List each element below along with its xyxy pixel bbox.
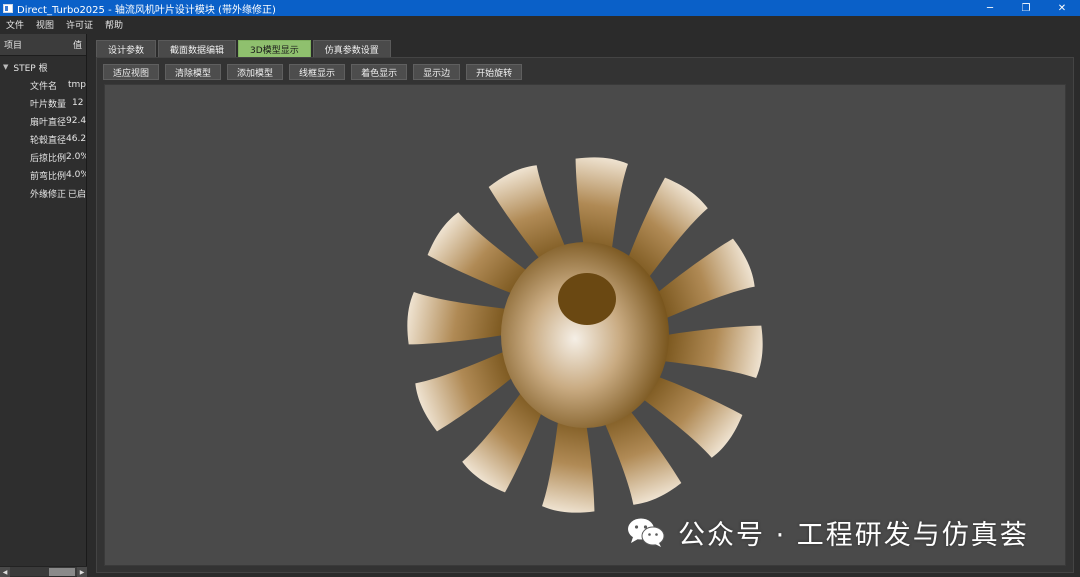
menu-help[interactable]: 帮助 <box>99 18 129 31</box>
project-tree-panel: 项目 值 ▼ STEP 根 文件名 tmp 叶片数量 12 扇叶直径 92.4 轮毂直… <box>0 34 87 577</box>
window-title: Direct_Turbo2025 - 轴流风机叶片设计模块 (带外缘修正) <box>17 4 276 16</box>
tree-row-value: 92.4 <box>66 116 86 126</box>
add-model-button[interactable]: 添加模型 <box>227 64 284 80</box>
tree-row-key: 叶片数量 <box>30 99 67 110</box>
wechat-icon <box>626 516 666 548</box>
show-edges-button[interactable]: 显示边 <box>413 64 461 80</box>
tree-row-value: 已启 <box>67 189 86 200</box>
tree-row-key: 文件名 <box>30 81 58 92</box>
tree-row-value: 2.0% <box>66 152 86 162</box>
tab-design-params[interactable]: 设计参数 <box>96 40 157 57</box>
main-area: 设计参数 截面数据编辑 3D模型显示 仿真参数设置 适应视图 清除模型 添加模型… <box>88 34 1080 576</box>
menu-bar: 文件 视图 许可证 帮助 <box>0 16 1080 33</box>
tree-root-node[interactable]: ▼ STEP 根 <box>0 58 86 76</box>
hub <box>501 242 669 428</box>
tree-row-value: 4.0% <box>66 170 86 180</box>
fan-blade <box>407 292 519 345</box>
hub-bore <box>558 273 616 325</box>
tree-row-key: 外缘修正 <box>30 189 67 200</box>
fit-view-button[interactable]: 适应视图 <box>103 64 160 80</box>
restore-button[interactable]: ❐ <box>1008 0 1044 16</box>
tree-row-key: 后掠比例 <box>30 153 67 164</box>
tree-row[interactable]: 扇叶直径 92.4 <box>0 112 86 130</box>
watermark-text: 公众号 · 工程研发与仿真荟 <box>678 519 1029 551</box>
tree-row-value: 46.2 <box>66 134 86 144</box>
tree-row[interactable]: 轮毂直径 46.2 <box>0 130 86 148</box>
tree-row[interactable]: 后掠比例2.0% <box>0 148 86 166</box>
tree-row[interactable]: 文件名 tmp <box>0 76 86 94</box>
fan-model-render <box>407 157 763 513</box>
tree-header-item[interactable]: 项目 <box>4 38 22 51</box>
tab-section-data-edit[interactable]: 截面数据编辑 <box>158 40 237 57</box>
3d-viewport[interactable] <box>104 84 1066 566</box>
wireframe-button[interactable]: 线框显示 <box>289 64 346 80</box>
clear-model-button[interactable]: 清除模型 <box>165 64 222 80</box>
tree-header-value[interactable]: 值 <box>73 38 82 51</box>
fan-blade <box>651 325 763 378</box>
tree-row[interactable]: 前弯比例4.0% <box>0 166 86 184</box>
tree-row[interactable]: 外缘修正 已启 <box>0 184 86 202</box>
view-toolbar: 适应视图 清除模型 添加模型 线框显示 着色显示 显示边 开始旋转 <box>103 64 528 80</box>
scrollbar-thumb[interactable] <box>49 568 75 576</box>
tree-row[interactable]: 叶片数量 12 <box>0 94 86 112</box>
tree-header: 项目 值 <box>0 34 86 56</box>
tab-3d-model-display[interactable]: 3D模型显示 <box>238 40 311 57</box>
tab-panel-3d: 适应视图 清除模型 添加模型 线框显示 着色显示 显示边 开始旋转 <box>96 57 1074 573</box>
horizontal-scrollbar[interactable]: ◀ ▶ <box>0 566 87 577</box>
app-icon <box>3 3 13 13</box>
tab-simulation-settings[interactable]: 仿真参数设置 <box>312 40 391 57</box>
start-rotate-button[interactable]: 开始旋转 <box>466 64 523 80</box>
title-bar: Direct_Turbo2025 - 轴流风机叶片设计模块 (带外缘修正) ─ … <box>0 0 1080 16</box>
tree-row-value: tmp <box>67 80 86 90</box>
watermark: 公众号 · 工程研发与仿真荟 <box>626 513 1029 551</box>
tree-row-key: 前弯比例 <box>30 171 67 182</box>
expand-arrow-icon[interactable]: ▼ <box>3 63 8 71</box>
shaded-button[interactable]: 着色显示 <box>351 64 408 80</box>
tree-row-key: 扇叶直径 <box>30 117 67 128</box>
tree-row-key: 轮毂直径 <box>30 135 67 146</box>
menu-file[interactable]: 文件 <box>0 18 30 31</box>
minimize-button[interactable]: ─ <box>972 0 1008 16</box>
menu-license[interactable]: 许可证 <box>60 18 99 31</box>
menu-view[interactable]: 视图 <box>30 18 60 31</box>
tab-bar: 设计参数 截面数据编辑 3D模型显示 仿真参数设置 <box>96 40 393 57</box>
tree-root-label: STEP 根 <box>13 63 48 74</box>
tree-row-value: 12 <box>72 98 84 108</box>
close-button[interactable]: ✕ <box>1044 0 1080 16</box>
